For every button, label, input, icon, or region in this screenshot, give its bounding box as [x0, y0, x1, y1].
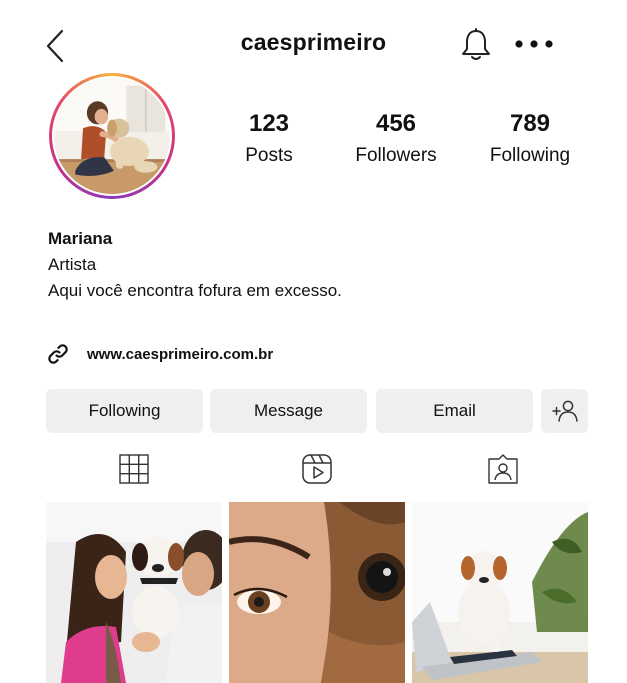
- following-label: Following: [489, 145, 571, 166]
- followers-stat[interactable]: 456 Followers: [341, 110, 451, 167]
- profile-bio: Mariana Artista Aqui você encontra fofur…: [48, 226, 342, 304]
- profile-category: Artista: [48, 255, 97, 274]
- bell-icon[interactable]: [460, 28, 492, 62]
- message-button[interactable]: Message: [210, 389, 367, 433]
- website-url[interactable]: www.caesprimeiro.com.br: [87, 346, 273, 363]
- tagged-icon: [488, 454, 518, 484]
- tab-reels[interactable]: [300, 452, 334, 486]
- followers-count: 456: [375, 110, 417, 137]
- more-horizontal-icon[interactable]: [512, 34, 556, 54]
- add-person-icon: [551, 400, 578, 422]
- following-button[interactable]: Following: [46, 389, 203, 433]
- profile-description: Aqui você encontra fofura em excesso.: [48, 281, 342, 300]
- avatar[interactable]: [52, 76, 172, 196]
- posts-count: 123: [248, 110, 290, 137]
- followers-label: Followers: [355, 145, 437, 166]
- post-thumbnail[interactable]: [229, 502, 405, 683]
- tab-grid[interactable]: [117, 452, 151, 486]
- tab-tagged[interactable]: [486, 452, 520, 486]
- reels-icon: [302, 454, 332, 484]
- add-user-button[interactable]: [541, 389, 588, 433]
- profile-name: Mariana: [48, 229, 113, 248]
- following-count: 789: [509, 110, 551, 137]
- post-thumbnail[interactable]: [46, 502, 222, 683]
- grid-icon: [119, 454, 149, 484]
- following-stat[interactable]: 789 Following: [475, 110, 585, 167]
- link-icon: [48, 344, 68, 364]
- posts-stat[interactable]: 123 Posts: [214, 110, 324, 167]
- post-thumbnail[interactable]: [412, 502, 588, 683]
- posts-label: Posts: [245, 145, 293, 166]
- website-link[interactable]: www.caesprimeiro.com.br: [46, 342, 273, 366]
- email-button[interactable]: Email: [376, 389, 533, 433]
